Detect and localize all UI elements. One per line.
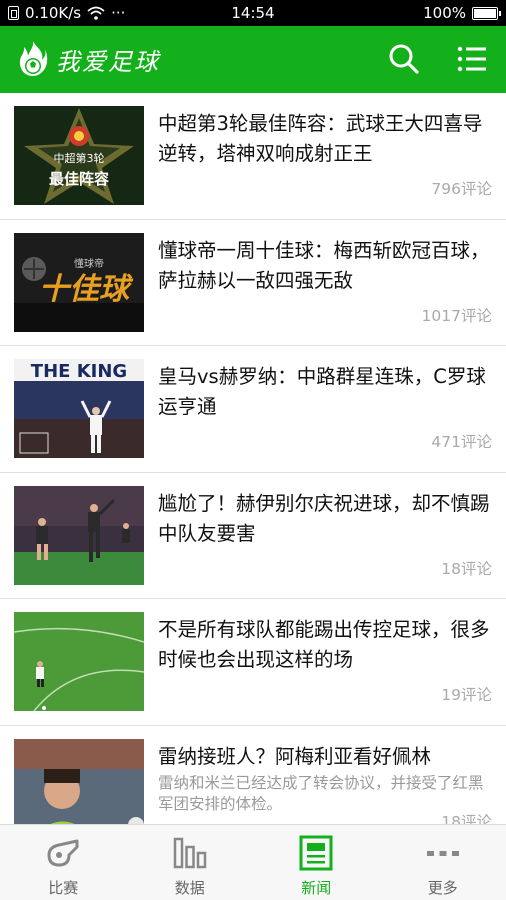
- news-item[interactable]: THE KING 皇马vs赫罗纳：中路群星连珠，C罗球运亨通 471评论: [0, 346, 506, 473]
- battery-percent: 100%: [423, 4, 466, 22]
- news-summary: 雷纳和米兰已经达成了转会协议，并接受了红黑军团安排的体检。: [158, 773, 484, 813]
- news-title: 尴尬了！赫伊别尔庆祝进球，却不慎踢中队友要害: [158, 491, 490, 545]
- app-bar: 我爱足球: [0, 26, 506, 93]
- news-thumbnail: [14, 612, 144, 712]
- newspaper-icon: [299, 835, 333, 871]
- news-thumbnail: THE KING: [14, 359, 144, 459]
- battery-icon: [472, 6, 501, 20]
- thumb-caption-1: 懂球帝: [74, 257, 104, 270]
- menu-button[interactable]: [456, 43, 488, 75]
- search-icon: [389, 44, 419, 74]
- news-title: 中超第3轮最佳阵容：武球王大四喜导逆转，塔神双响成射正王: [158, 112, 483, 165]
- tab-more[interactable]: 更多: [380, 825, 506, 900]
- tab-matches[interactable]: 比赛: [0, 825, 127, 900]
- news-item[interactable]: 雷纳接班人？阿梅利亚看好佩林 雷纳和米兰已经达成了转会协议，并接受了红黑军团安排…: [0, 726, 506, 824]
- news-item[interactable]: 尴尬了！赫伊别尔庆祝进球，却不慎踢中队友要害 18评论: [0, 473, 506, 600]
- tab-data[interactable]: 数据: [127, 825, 254, 900]
- status-right: 100%: [423, 4, 501, 22]
- whistle-icon: [47, 839, 79, 867]
- news-thumbnail: 中超第3轮 最佳阵容: [14, 106, 144, 205]
- news-item[interactable]: 不是所有球队都能踢出传控足球，很多时候也会出现这样的场 19评论: [0, 599, 506, 726]
- search-button[interactable]: [388, 43, 420, 75]
- tab-label: 新闻: [301, 879, 332, 897]
- news-title: 雷纳接班人？阿梅利亚看好佩林: [158, 744, 432, 768]
- thumb-caption-1: THE KING: [31, 361, 127, 382]
- comment-count: 18评论: [441, 559, 492, 578]
- news-item[interactable]: 中超第3轮 最佳阵容 中超第3轮最佳阵容：武球王大四喜导逆转，塔神双响成射正王 …: [0, 93, 506, 220]
- news-thumbnail: [14, 485, 144, 585]
- flame-ball-icon: [19, 41, 48, 76]
- tab-label: 更多: [427, 879, 458, 897]
- comment-count: 471评论: [431, 433, 492, 452]
- list-menu-icon: [457, 46, 486, 72]
- comment-count: 19评论: [441, 686, 492, 705]
- more-dots-icon: [426, 851, 459, 856]
- news-item[interactable]: 懂球帝 十佳球 懂球帝一周十佳球：梅西斩欧冠百球，萨拉赫以一敌四强无敌 1017…: [0, 220, 506, 347]
- tab-label: 数据: [174, 879, 205, 897]
- news-list[interactable]: 中超第3轮 最佳阵容 中超第3轮最佳阵容：武球王大四喜导逆转，塔神双响成射正王 …: [0, 93, 506, 824]
- tab-news[interactable]: 新闻: [253, 825, 380, 900]
- app-title: 我爱足球: [56, 47, 160, 76]
- app-logo: 我爱足球: [18, 40, 160, 78]
- thumb-caption-2: 十佳球: [39, 272, 134, 307]
- tab-label: 比赛: [48, 879, 79, 897]
- thumb-caption-1: 中超第3轮: [54, 151, 105, 165]
- news-thumbnail: [14, 738, 144, 824]
- bar-chart-icon: [173, 837, 206, 869]
- comment-count: 18评论: [441, 812, 492, 824]
- news-thumbnail: 懂球帝 十佳球: [14, 232, 144, 332]
- comment-count: 796评论: [431, 180, 492, 198]
- comment-count: 1017评论: [421, 306, 492, 325]
- news-title: 不是所有球队都能踢出传控足球，很多时候也会出现这样的场: [158, 618, 490, 672]
- status-bar: 0.10K/s ··· 14:54 100%: [0, 0, 506, 26]
- news-title: 皇马vs赫罗纳：中路群星连珠，C罗球运亨通: [158, 365, 486, 419]
- bottom-nav: 比赛 数据 新闻 更多: [0, 824, 506, 900]
- thumb-caption-2: 最佳阵容: [49, 170, 109, 188]
- news-title: 懂球帝一周十佳球：梅西斩欧冠百球，萨拉赫以一敌四强无敌: [158, 238, 490, 292]
